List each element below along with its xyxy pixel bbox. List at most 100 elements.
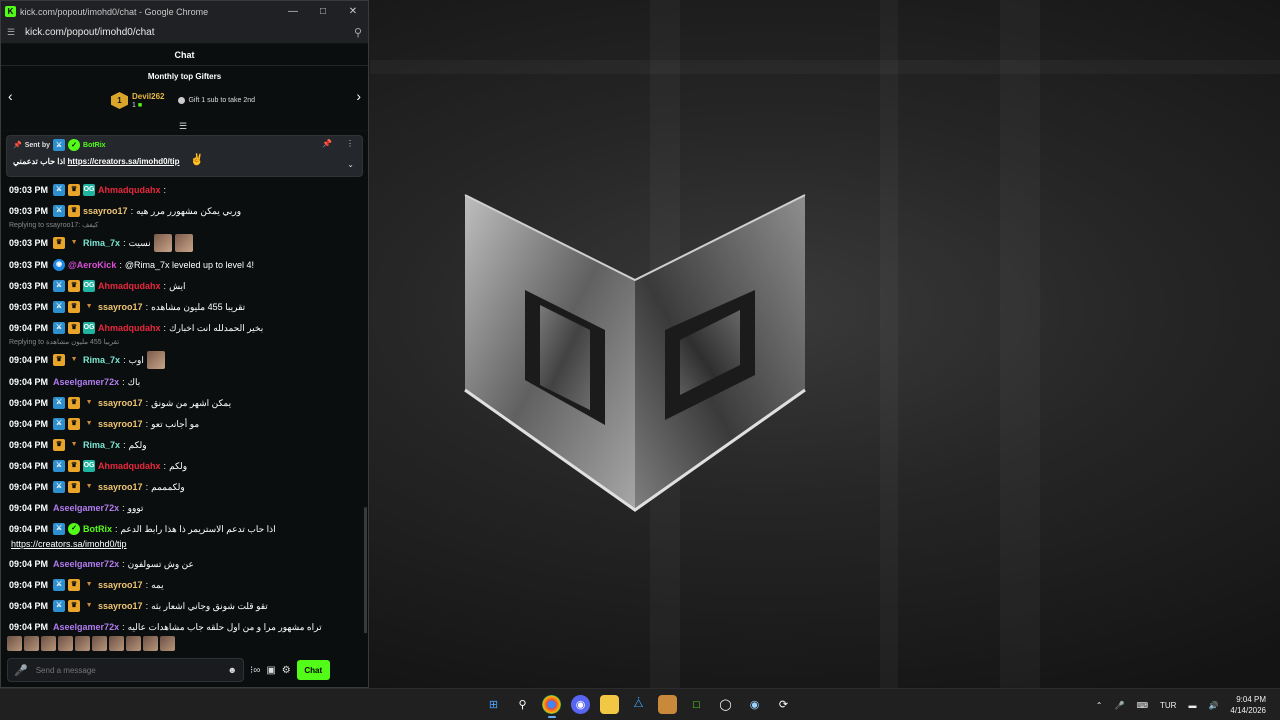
message-username[interactable]: Ahmadqudahx bbox=[98, 460, 161, 472]
emote-icon[interactable] bbox=[109, 635, 124, 651]
start-icon[interactable]: ⊞ bbox=[484, 695, 503, 714]
message-username[interactable]: Aseelgamer72x bbox=[53, 558, 119, 570]
chevron-right-icon[interactable]: › bbox=[356, 88, 361, 104]
more-options-icon[interactable]: ⋮ bbox=[346, 139, 354, 148]
chat-message[interactable]: 09:03 PM ⚔ ♛ ssayroo17: وربي يمكن مشهورر مرر… bbox=[9, 198, 360, 219]
emote-icon[interactable] bbox=[126, 635, 141, 651]
emote-icon[interactable] bbox=[160, 635, 175, 651]
message-username[interactable]: Aseelgamer72x bbox=[53, 621, 119, 633]
pinned-bot-name[interactable]: BotRix bbox=[83, 142, 106, 149]
message-username[interactable]: @AeroKick bbox=[68, 259, 116, 271]
chat-message[interactable]: 09:04 PM Aseelgamer72x: عن وش تسولفون bbox=[9, 551, 360, 572]
address-bar[interactable]: ☰ kick.com/popout/imohd0/chat ⚲ bbox=[1, 22, 368, 44]
chat-message[interactable]: 09:04 PM Aseelgamer72x: تووو bbox=[9, 495, 360, 516]
chat-message[interactable]: 09:03 PM ♛ ▼ Rima_7x: نسيت bbox=[9, 230, 360, 252]
reply-preview[interactable]: Replying to ssayroo17: كيفف bbox=[9, 221, 360, 230]
send-chat-button[interactable]: Chat bbox=[296, 660, 330, 680]
chat-message[interactable]: 09:03 PM ◉ @AeroKick: @Rima_7x leveled up t… bbox=[9, 252, 360, 273]
chat-message[interactable]: 09:04 PM ⚔ ♛ ▼ ssayroo17: ولكمممم bbox=[9, 474, 360, 495]
channel-points-button[interactable]: ⁝∞ bbox=[250, 665, 260, 676]
search-icon[interactable]: ⚲ bbox=[513, 695, 532, 714]
message-input-box[interactable]: 🎤 ☻ bbox=[7, 658, 244, 682]
message-username[interactable]: Ahmadqudahx bbox=[98, 184, 161, 196]
language-indicator[interactable]: TUR bbox=[1160, 701, 1176, 710]
message-username[interactable]: ssayroo17 bbox=[98, 481, 143, 493]
chat-message[interactable]: 09:04 PM ♛ ▼ Rima_7x: ولكم bbox=[9, 432, 360, 453]
minimize-icon[interactable]: — bbox=[278, 6, 308, 17]
chevron-left-icon[interactable]: ‹ bbox=[8, 88, 13, 104]
close-icon[interactable]: ✕ bbox=[338, 6, 368, 17]
chat-message[interactable]: 09:04 PM Aseelgamer72x: تراه مشهور مرا و م… bbox=[9, 614, 360, 633]
microphone-icon[interactable]: 🎤 bbox=[1114, 701, 1124, 710]
discord-icon[interactable]: ◉ bbox=[571, 695, 590, 714]
chevron-down-icon[interactable]: ⌄ bbox=[347, 160, 354, 169]
message-username[interactable]: Rima_7x bbox=[83, 439, 120, 451]
chat-message[interactable]: 09:04 PM ⚔ ✓ BotRix: اذا حاب تدعم الاستريمر … bbox=[9, 516, 360, 537]
emote-icon[interactable] bbox=[58, 635, 73, 651]
steam-icon[interactable]: ◉ bbox=[745, 695, 764, 714]
message-username[interactable]: Ahmadqudahx bbox=[98, 322, 161, 334]
top-gifter[interactable]: 1 Devil262 1 ■ Gift 1 sub to take 2nd bbox=[111, 92, 255, 109]
chat-message[interactable]: 09:04 PM ♛ ▼ Rima_7x: اوب bbox=[9, 347, 360, 369]
clock[interactable]: 9:04 PM 4/14/2026 bbox=[1230, 694, 1266, 716]
message-username[interactable]: Ahmadqudahx bbox=[98, 280, 161, 292]
message-input[interactable] bbox=[35, 665, 220, 675]
url-text[interactable]: kick.com/popout/imohd0/chat bbox=[25, 27, 354, 38]
chat-message[interactable]: 09:04 PM Aseelgamer72x: باك bbox=[9, 369, 360, 390]
app-icon[interactable]: ◯ bbox=[716, 695, 735, 714]
chat-message[interactable]: 09:03 PM ⚔ ♛ OG Ahmadqudahx: ايش bbox=[9, 273, 360, 294]
search-icon[interactable]: ⚲ bbox=[354, 26, 362, 39]
collapse-icon[interactable]: ☰ bbox=[179, 121, 187, 132]
message-username[interactable]: ssayroo17 bbox=[98, 301, 143, 313]
emote-icon[interactable] bbox=[75, 635, 90, 651]
chat-message[interactable]: 09:04 PM ⚔ ♛ OG Ahmadqudahx: ولكم bbox=[9, 453, 360, 474]
vscode-icon[interactable]: ⧊ bbox=[629, 695, 648, 714]
chat-scrollbar[interactable] bbox=[364, 507, 367, 633]
keyboard-icon[interactable]: ⌨ bbox=[1136, 701, 1148, 710]
chat-messages[interactable]: 09:03 PM ⚔ ♛ OG Ahmadqudahx:09:03 PM ⚔ ♛ ssayro… bbox=[1, 177, 368, 633]
file-explorer-icon[interactable] bbox=[600, 695, 619, 714]
maximize-icon[interactable]: □ bbox=[308, 6, 338, 17]
message-link[interactable]: https://creators.sa/imohd0/tip bbox=[9, 537, 360, 551]
message-username[interactable]: Aseelgamer72x bbox=[53, 502, 119, 514]
message-username[interactable]: ssayroo17 bbox=[98, 579, 143, 591]
volume-icon[interactable]: 🔊 bbox=[1208, 701, 1218, 710]
message-username[interactable]: ssayroo17 bbox=[98, 600, 143, 612]
chat-message[interactable]: 09:03 PM ⚔ ♛ OG Ahmadqudahx: bbox=[9, 177, 360, 198]
app-icon[interactable]: □ bbox=[687, 695, 706, 714]
message-username[interactable]: Rima_7x bbox=[83, 354, 120, 366]
message-username[interactable]: ssayroo17 bbox=[98, 397, 143, 409]
chat-message[interactable]: 09:03 PM ⚔ ♛ ▼ ssayroo17: تقريبا 455 مليون مش… bbox=[9, 294, 360, 315]
unpin-icon[interactable]: 📌 bbox=[322, 139, 332, 148]
emote-icon[interactable] bbox=[41, 635, 56, 651]
emote-icon[interactable] bbox=[7, 635, 22, 651]
message-username[interactable]: ssayroo17 bbox=[83, 205, 128, 217]
network-icon[interactable]: ▬ bbox=[1188, 701, 1196, 710]
message-username[interactable]: Rima_7x bbox=[83, 237, 120, 249]
emote-bar[interactable] bbox=[1, 633, 368, 653]
gift-shop-icon[interactable]: ▣ bbox=[266, 665, 275, 676]
message-username[interactable]: Aseelgamer72x bbox=[53, 376, 119, 388]
message-username[interactable]: ssayroo17 bbox=[98, 418, 143, 430]
reply-preview[interactable]: Replying to تقريبا 455 مليون مشاهدة bbox=[9, 338, 360, 347]
pinned-link[interactable]: https://creators.sa/imohd0/tip bbox=[68, 157, 180, 166]
emoji-icon[interactable]: ☻ bbox=[228, 665, 237, 675]
emote-icon[interactable] bbox=[146, 351, 165, 369]
emote-icon[interactable] bbox=[153, 234, 172, 252]
emote-icon[interactable] bbox=[174, 234, 193, 252]
chevron-up-icon[interactable]: ⌃ bbox=[1096, 701, 1103, 710]
chat-message[interactable]: 09:04 PM ⚔ ♛ ▼ ssayroo17: يمكن اشهر من شونق bbox=[9, 390, 360, 411]
microphone-icon[interactable]: 🎤 bbox=[14, 664, 28, 677]
chrome-icon[interactable] bbox=[542, 695, 561, 718]
chat-message[interactable]: 09:04 PM ⚔ ♛ ▼ ssayroo17: تقو قلت شونق وجاني … bbox=[9, 593, 360, 614]
message-username[interactable]: BotRix bbox=[83, 523, 112, 535]
pinned-message[interactable]: 📌 Sent by ⚔ ✓ BotRix اذا حاب تدعمني http… bbox=[6, 135, 363, 177]
emote-icon[interactable] bbox=[143, 635, 158, 651]
chat-message[interactable]: 09:04 PM ⚔ ♛ ▼ ssayroo17: يمه bbox=[9, 572, 360, 593]
site-settings-icon[interactable]: ☰ bbox=[7, 27, 19, 38]
settings-gear-icon[interactable]: ⚙ bbox=[282, 665, 291, 676]
app-icon[interactable]: ⟳ bbox=[774, 695, 793, 714]
app-icon[interactable] bbox=[658, 695, 677, 714]
emote-icon[interactable] bbox=[24, 635, 39, 651]
emote-icon[interactable] bbox=[92, 635, 107, 651]
